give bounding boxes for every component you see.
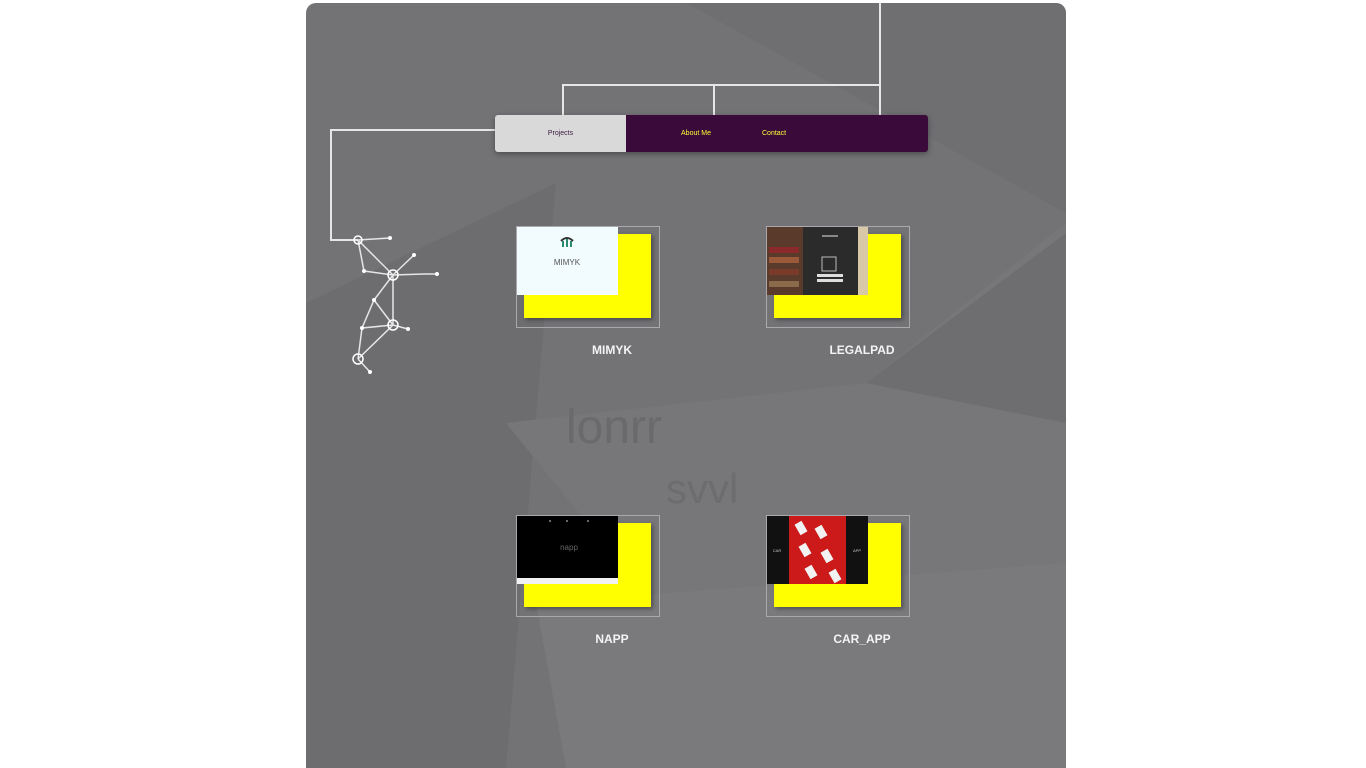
project-thumbnail-legalpad xyxy=(767,227,868,295)
nav-contact-label: Contact xyxy=(762,130,787,137)
project-title-car-app[interactable]: CAR_APP xyxy=(790,632,934,646)
project-card-napp[interactable]: napp xyxy=(516,515,660,617)
nav-projects-label: Projects xyxy=(547,130,574,137)
project-thumbnail-napp: napp xyxy=(517,516,618,584)
project-thumbnail-car-app: CAR APP xyxy=(767,516,868,584)
project-card-car-app[interactable]: CAR APP xyxy=(766,515,910,617)
napp-logo-text: napp xyxy=(560,543,578,552)
project-card-mimyk[interactable]: MIMYK xyxy=(516,226,660,328)
main-panel: lonrr svvl Projects About Me Contact MIM… xyxy=(306,3,1066,768)
mimyk-logo-text: MIMYK xyxy=(554,258,581,267)
nav-contact-tab[interactable]: Contact xyxy=(762,115,928,152)
project-title-napp[interactable]: NAPP xyxy=(540,632,684,646)
project-title-legalpad[interactable]: LEGALPAD xyxy=(790,343,934,357)
project-card-legalpad[interactable] xyxy=(766,226,910,328)
main-nav: Projects About Me Contact xyxy=(495,115,928,152)
car-thumb-left-text: CAR xyxy=(773,548,782,553)
nav-about-label: About Me xyxy=(681,130,711,137)
nav-projects-tab[interactable]: Projects xyxy=(495,115,626,152)
project-thumbnail-mimyk: MIMYK xyxy=(517,227,618,295)
nav-about-tab[interactable]: About Me xyxy=(626,115,766,152)
car-thumb-right-text: APP xyxy=(853,548,861,553)
project-title-mimyk[interactable]: MIMYK xyxy=(540,343,684,357)
